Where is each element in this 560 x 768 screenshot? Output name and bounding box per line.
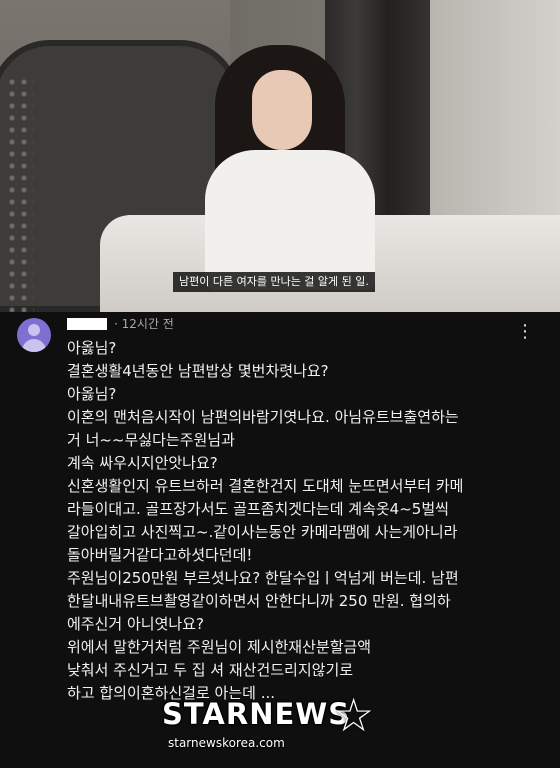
username-redacted[interactable] (67, 318, 107, 330)
comment-line: 아옳님? (67, 339, 117, 357)
comment-line: 신혼생활인지 유트브하러 결혼한건지 도대체 눈뜨면서부터 카메 (67, 477, 464, 495)
window (430, 0, 560, 230)
comment-body: 아옳님? 결혼생활4년동안 남편밥상 몇번차렷나요? 아옳님? 이혼의 맨처음시… (67, 337, 547, 705)
video-thumbnail[interactable]: 남편이 다른 여자를 만나는 걸 알게 된 일. (0, 0, 560, 312)
comment-line: 거 너~~무싫다는주원님과 (67, 431, 235, 449)
comment-line: 라들이대고. 골프장가서도 골프좀치겟다는데 계속옷4~5벌씩 (67, 500, 449, 518)
watermark: STARNEWS ☆ starnewskorea.com (0, 688, 560, 768)
avatar[interactable] (17, 318, 51, 352)
comment-line: 계속 싸우시지안앗나요? (67, 454, 218, 472)
video-caption: 남편이 다른 여자를 만나는 걸 알게 된 일. (173, 272, 375, 292)
comment-timestamp: · 12시간 전 (114, 317, 174, 331)
comment-line: 낮춰서 주신거고 두 집 셔 재산건드리지않기로 (67, 661, 354, 679)
comment-line: 돌아버릴거같다고하셧다던데! (67, 546, 253, 564)
comment-line: 아옳님? (67, 385, 117, 403)
person-face (252, 70, 312, 150)
comment-line: 한달내내유트브촬영같이하면서 안한다니까 250 만원. 협의하 (67, 592, 451, 610)
comment-line: 위에서 말한거처럼 주원님이 제시한재산분할금액 (67, 638, 372, 656)
comment-line: 이혼의 맨처음시작이 남편의바람기엿나요. 아님유트브출연하는 (67, 408, 459, 426)
star-icon: ☆ (333, 688, 375, 742)
comment-line: 갈아입히고 사진찍고~.같이사는동안 카메라땜에 사는게아니라 (67, 523, 458, 541)
comment-line: 에주신거 아니엿나요? (67, 615, 204, 633)
comment-line: 결혼생활4년동안 남편밥상 몇번차렷나요? (67, 362, 329, 380)
comment-line: 주원님이250만원 부르셧나요? 한달수입ㅣ억넘게 버는데. 남편 (67, 569, 459, 587)
person-body (205, 150, 375, 290)
watermark-site: starnewskorea.com (168, 736, 285, 750)
watermark-logo: STARNEWS (162, 697, 351, 731)
